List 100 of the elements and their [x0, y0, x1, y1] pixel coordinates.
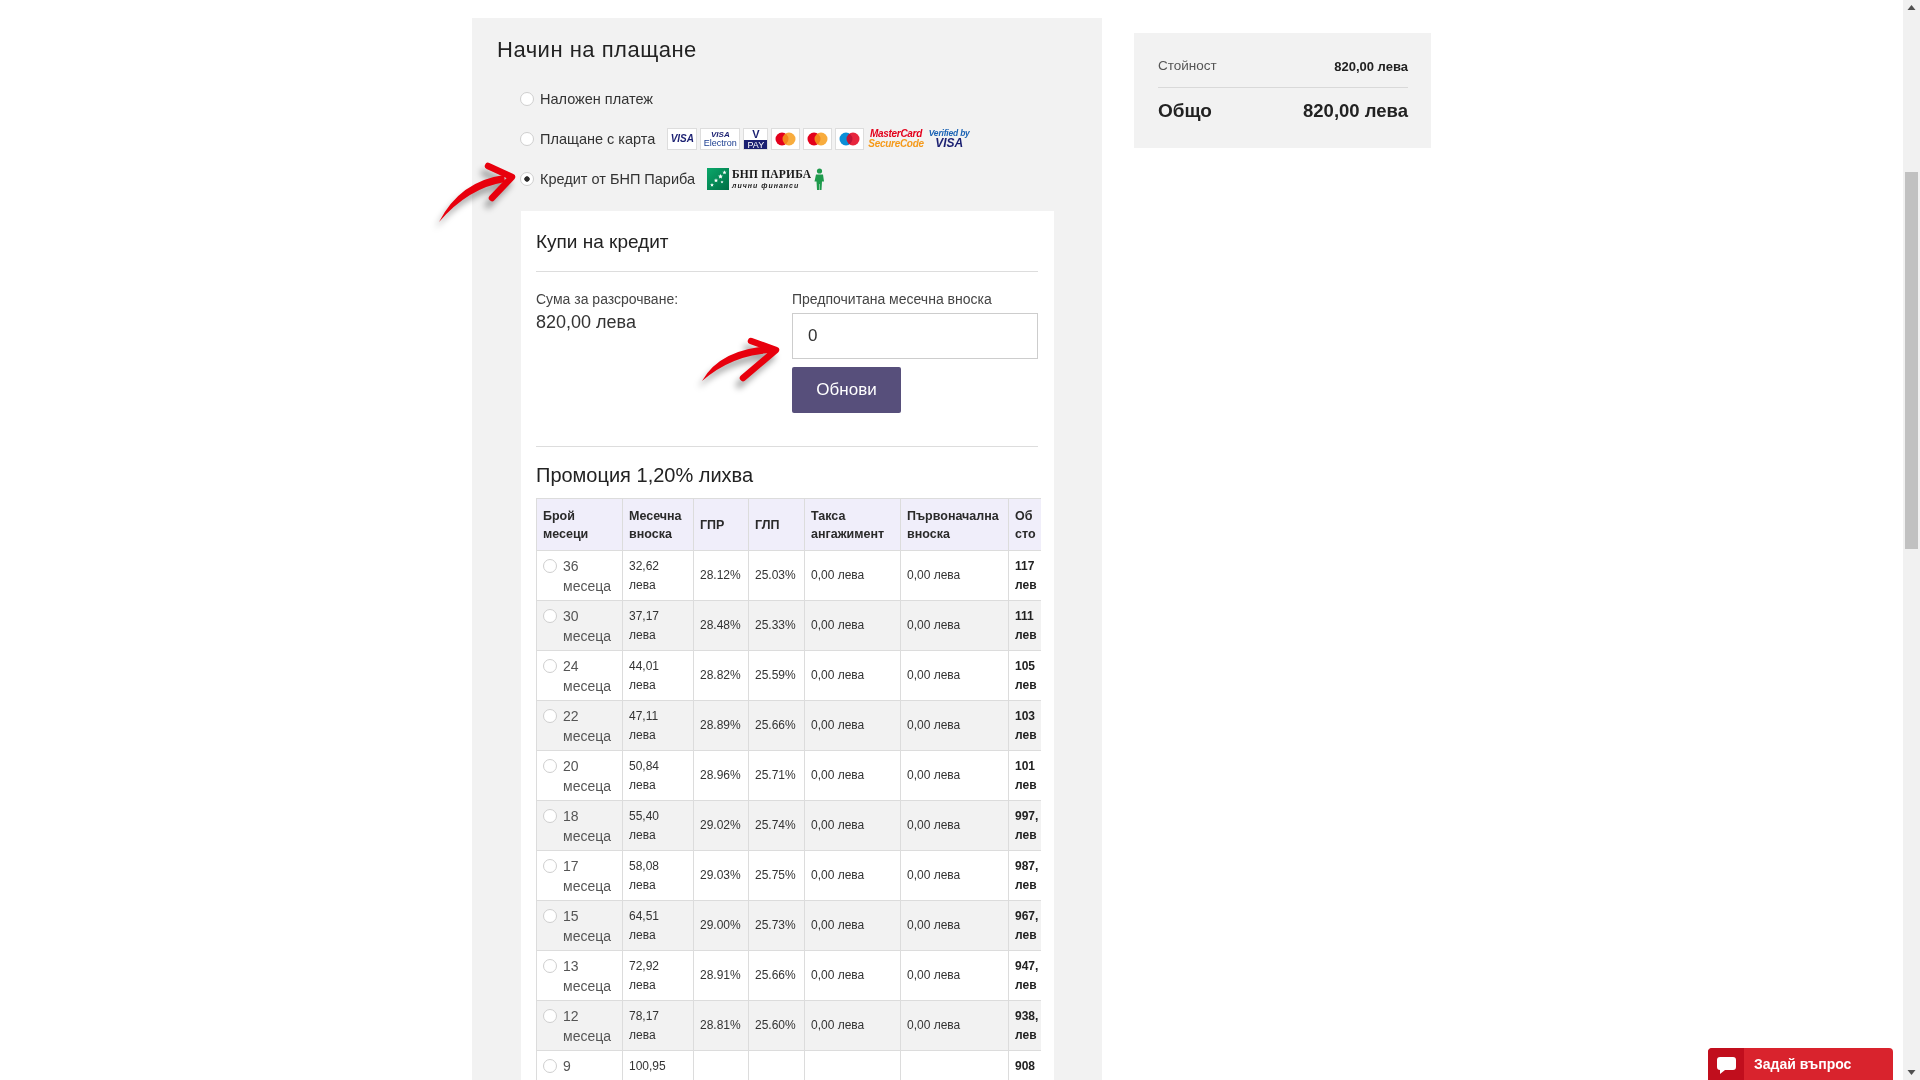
radio-button[interactable]: [543, 709, 557, 723]
payment-option-label[interactable]: Кредит от БНП Париба: [540, 171, 696, 187]
interest-rate: 25.71%: [755, 768, 796, 782]
down-payment: 0,00 лева: [907, 568, 961, 582]
fee-amount: 0,00 лева: [811, 918, 865, 932]
payment-option-label[interactable]: Плащане с карта: [540, 131, 656, 147]
down-payment: 0,00 лева: [907, 768, 961, 782]
payment-option-label[interactable]: Наложен платеж: [540, 91, 653, 107]
total-cost: 111 лев: [1015, 608, 1037, 644]
interest-rate: 25.75%: [755, 868, 796, 882]
monthly-payment: 100,95: [629, 1058, 666, 1075]
card-circles-icon: [835, 128, 865, 150]
apr-value: 29.02%: [700, 818, 741, 832]
amount-value: 820,00 лева: [536, 311, 637, 334]
column-header: Първоначална вноска: [900, 498, 1009, 551]
total-value: 820,00 лева: [1303, 100, 1408, 122]
term-months[interactable]: 9: [563, 1056, 571, 1076]
interest-rate: 25.33%: [755, 618, 796, 632]
section-title: Купи на кредит: [536, 230, 670, 254]
radio-button[interactable]: [543, 659, 557, 673]
apr-value: 29.03%: [700, 868, 741, 882]
total-cost: 987, лев: [1015, 858, 1039, 894]
radio-button[interactable]: [543, 809, 557, 823]
interest-rate: 25.59%: [755, 668, 796, 682]
radio-button[interactable]: [543, 859, 557, 873]
fee-amount: 0,00 лева: [811, 1018, 865, 1032]
total-cost: 938, лев: [1015, 1008, 1039, 1044]
radio-button[interactable]: [520, 92, 534, 106]
monthly-payment: 44,01 лева: [629, 658, 660, 694]
speech-bubble-icon: [1708, 1048, 1744, 1080]
card-circles-icon: [803, 128, 833, 150]
securecode-logo: MasterCard SecureCode: [868, 129, 924, 149]
update-button[interactable]: Обнови: [792, 367, 901, 413]
radio-button[interactable]: [543, 759, 557, 773]
interest-rate: 25.66%: [755, 968, 796, 982]
scrollbar-thumb[interactable]: [1905, 172, 1918, 549]
apr-value: 28.48%: [700, 618, 741, 632]
radio-button[interactable]: [543, 959, 557, 973]
ask-question-button[interactable]: Задай въпрос: [1708, 1048, 1893, 1080]
verified-by-visa-logo: Verified by VISA: [928, 128, 970, 150]
monthly-payment: 32,62 лева: [629, 558, 660, 594]
amount-label: Сума за разсрочване:: [536, 290, 680, 309]
fee-amount: 0,00 лева: [811, 718, 865, 732]
fee-amount: 0,00 лева: [811, 768, 865, 782]
radio-button[interactable]: [543, 1059, 557, 1073]
column-header: Брой месеци: [536, 498, 623, 551]
radio-button[interactable]: [543, 559, 557, 573]
radio-button[interactable]: [543, 909, 557, 923]
interest-rate: 25.60%: [755, 1018, 796, 1032]
visa-electron-logo: VISA Electron: [700, 128, 741, 150]
apr-value: 28.96%: [700, 768, 741, 782]
down-payment: 0,00 лева: [907, 868, 961, 882]
installment-input[interactable]: 0: [792, 313, 1038, 359]
card-circles-icon: [771, 128, 801, 150]
total-label: Общо: [1158, 99, 1212, 123]
monthly-payment: 72,92 лева: [629, 958, 660, 994]
total-cost: 997, лев: [1015, 808, 1039, 844]
monthly-payment: 50,84 лева: [629, 758, 660, 794]
column-header: ГЛП: [748, 498, 805, 551]
interest-rate: 25.73%: [755, 918, 796, 932]
monthly-payment: 47,11 лева: [629, 708, 659, 744]
interest-rate: 25.74%: [755, 818, 796, 832]
column-header: Об сто: [1008, 498, 1041, 551]
v-pay-logo: V PAY: [743, 128, 769, 150]
radio-button[interactable]: [520, 132, 534, 146]
total-cost: 105 лев: [1015, 658, 1037, 694]
radio-button[interactable]: [520, 172, 534, 186]
apr-value: 29.00%: [700, 918, 741, 932]
down-payment: 0,00 лева: [907, 718, 961, 732]
total-cost: 103 лев: [1015, 708, 1037, 744]
total-cost: 967, лев: [1015, 908, 1039, 944]
column-header: Месечна вноска: [622, 498, 694, 551]
subtotal-label: Стойност: [1158, 57, 1217, 75]
stars-logo-icon: [707, 168, 730, 190]
monthly-payment: 64,51 лева: [629, 908, 660, 944]
total-cost: 101 лев: [1015, 758, 1037, 794]
column-header: Такса ангажимент: [804, 498, 901, 551]
fee-amount: 0,00 лева: [811, 968, 865, 982]
fee-amount: 0,00 лева: [811, 668, 865, 682]
apr-value: 28.82%: [700, 668, 741, 682]
fee-amount: 0,00 лева: [811, 568, 865, 582]
apr-value: 28.81%: [700, 1018, 741, 1032]
apr-value: 28.89%: [700, 718, 741, 732]
total-cost: 117 лев: [1015, 558, 1037, 594]
total-cost: 947, лев: [1015, 958, 1039, 994]
down-payment: 0,00 лева: [907, 918, 961, 932]
section-title: Начин на плащане: [497, 36, 698, 64]
monthly-payment: 58,08 лева: [629, 858, 660, 894]
radio-button[interactable]: [543, 609, 557, 623]
down-payment: 0,00 лева: [907, 818, 961, 832]
fee-amount: 0,00 лева: [811, 618, 865, 632]
logo-wordmark: БНП ПАРИБА: [732, 169, 812, 181]
down-payment: 0,00 лева: [907, 1018, 961, 1032]
apr-value: 28.91%: [700, 968, 741, 982]
interest-rate: 25.03%: [755, 568, 796, 582]
radio-button[interactable]: [543, 1009, 557, 1023]
standing-figure-icon: [814, 168, 826, 190]
down-payment: 0,00 лева: [907, 668, 961, 682]
down-payment: 0,00 лева: [907, 968, 961, 982]
fee-amount: 0,00 лева: [811, 818, 865, 832]
